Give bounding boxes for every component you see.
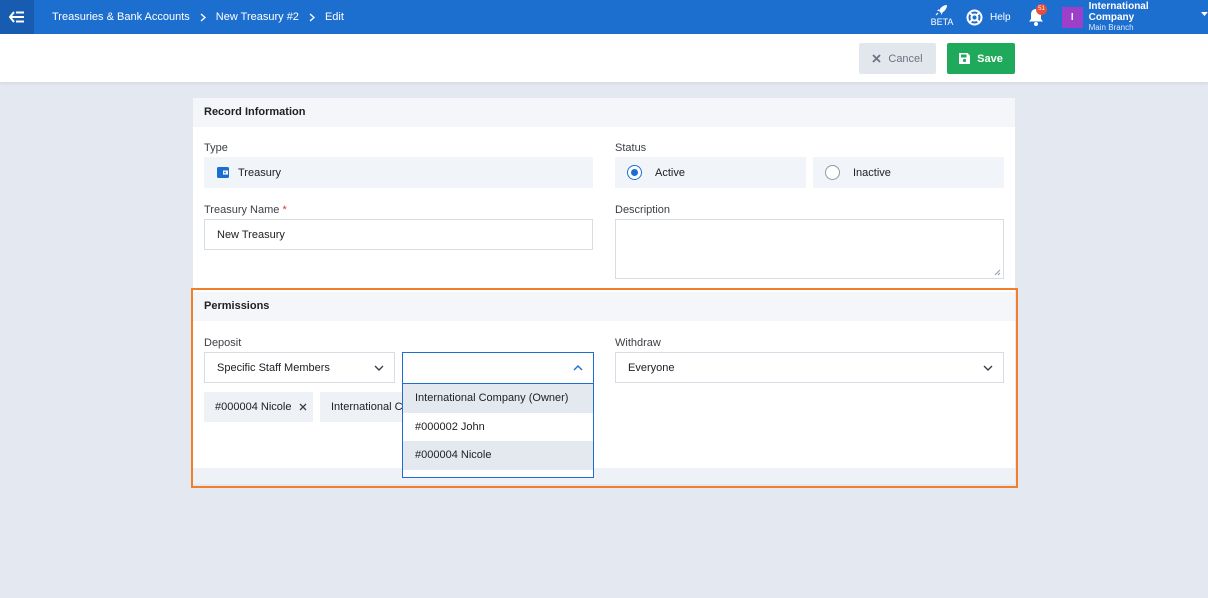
remove-tag-icon[interactable] [299,403,307,411]
cancel-button[interactable]: Cancel [859,43,936,74]
chevron-right-icon [200,12,206,22]
beta-label: BETA [930,17,954,27]
record-section-title: Record Information [193,98,1015,127]
chevron-up-icon [573,365,583,371]
description-textarea[interactable] [615,219,1004,279]
beta-button[interactable]: BETA [928,4,956,27]
type-field: Treasury [204,157,593,188]
withdraw-mode-select[interactable]: Everyone [615,352,1004,383]
tag-label: International Company (Owner) [331,401,402,413]
status-label: Status [615,142,647,154]
type-label: Type [204,142,228,154]
treasury-name-value: New Treasury [217,228,285,241]
breadcrumb: Treasuries & Bank Accounts New Treasury … [52,0,344,34]
caret-down-icon [1201,12,1208,16]
dropdown-option-nicole[interactable]: #000004 Nicole [403,441,593,470]
treasury-name-input[interactable]: New Treasury [204,219,593,250]
help-label: Help [990,11,1011,23]
chevron-right-icon [309,12,315,22]
dropdown-option-john[interactable]: #000002 John [403,413,593,442]
sidebar-toggle-button[interactable] [0,0,34,34]
lifebuoy-icon [966,9,983,25]
action-bar: Cancel Save [0,34,1208,82]
deposit-tag-nicole: #000004 Nicole [204,392,313,422]
status-active-label: Active [655,166,685,179]
help-button[interactable]: Help [966,0,1011,34]
chevron-down-icon [983,365,993,371]
floppy-disk-icon [959,53,971,64]
status-inactive-label: Inactive [853,166,891,179]
deposit-mode-value: Specific Staff Members [217,361,330,374]
company-avatar: I [1062,6,1083,28]
deposit-label: Deposit [204,337,242,349]
radio-selected-icon[interactable] [627,165,642,180]
treasury-form: Record Information Type Treasury Status … [193,98,1015,484]
breadcrumb-record[interactable]: New Treasury #2 [216,11,299,23]
status-option-active[interactable]: Active [615,157,806,188]
company-switcher[interactable]: I International Company Main Branch [1062,1,1208,32]
dropdown-option-owner[interactable]: International Company (Owner) [403,384,593,413]
breadcrumb-current: Edit [324,11,344,23]
cancel-label: Cancel [888,52,923,65]
top-bar: Treasuries & Bank Accounts New Treasury … [0,0,1208,34]
save-button[interactable]: Save [947,43,1015,74]
type-value: Treasury [238,166,281,179]
status-option-inactive[interactable]: Inactive [813,157,1004,188]
notifications-button[interactable]: 51 [1027,4,1047,27]
close-icon [872,54,882,63]
deposit-staff-search[interactable] [402,352,594,384]
resize-handle-icon[interactable] [994,269,1001,276]
tag-label: #000004 Nicole [215,401,292,413]
deposit-tag-owner: International Company (Owner) [320,392,402,422]
rocket-icon [935,5,947,16]
card-footer [193,468,1015,484]
deposit-mode-select[interactable]: Specific Staff Members [204,352,395,383]
permissions-section-title: Permissions [193,292,1015,321]
notification-count-badge: 51 [1036,4,1047,15]
treasury-name-label: Treasury Name * [204,204,287,216]
radio-unselected-icon[interactable] [825,165,840,180]
withdraw-mode-value: Everyone [628,361,675,374]
deposit-staff-dropdown: International Company (Owner) #000002 Jo… [402,384,594,478]
company-name: International Company [1088,1,1149,23]
withdraw-label: Withdraw [615,337,661,349]
branch-name: Main Branch [1088,23,1134,32]
save-label: Save [977,52,1003,65]
required-marker: * [282,204,287,216]
wallet-icon [217,167,229,178]
breadcrumb-treasuries[interactable]: Treasuries & Bank Accounts [52,11,190,23]
menu-arrow-icon [9,11,24,23]
chevron-down-icon [374,365,384,371]
description-label: Description [615,204,671,216]
